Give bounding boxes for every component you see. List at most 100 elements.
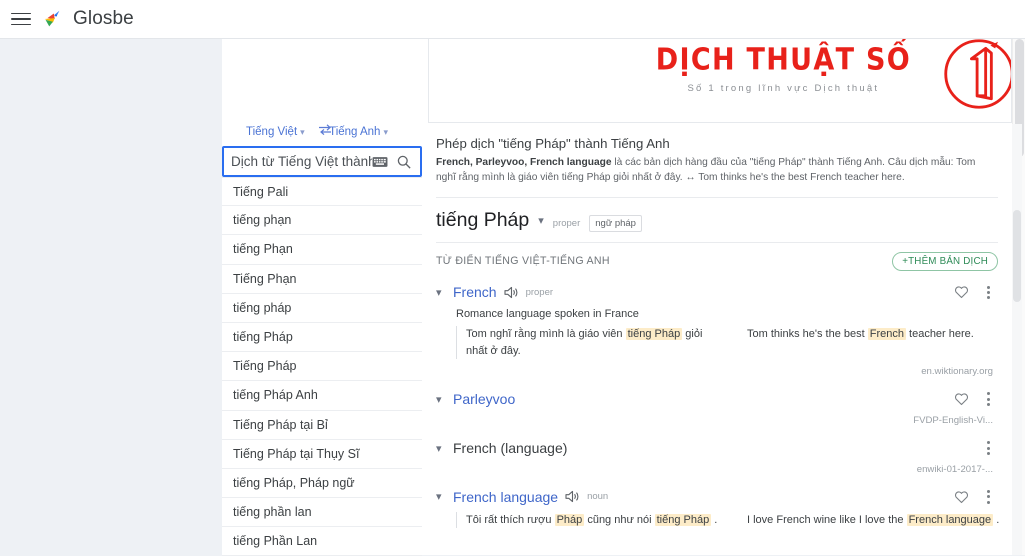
suggestion-item[interactable]: tiếng Phạn (222, 235, 422, 265)
entry-actions (954, 488, 1000, 506)
hamburger-menu-icon[interactable] (11, 9, 31, 29)
content-scrollbar-thumb[interactable] (1013, 210, 1021, 302)
circled-number-one-icon (944, 39, 1011, 109)
brand-title: Glosbe (73, 8, 134, 29)
suggestion-item[interactable]: Tiếng Pháp tại Thụy Sĩ (222, 439, 422, 469)
example-text: cũng như nói (584, 513, 655, 526)
search-icon[interactable] (397, 155, 411, 169)
entry-term[interactable]: French (language) (453, 440, 567, 456)
example-source: Tôi rất thích rượu Pháp cũng như nói tiế… (466, 512, 721, 529)
expand-chevron-icon[interactable]: ▾ (436, 393, 446, 406)
dictionary-label: TỪ ĐIỂN TIẾNG VIỆT-TIẾNG ANH (436, 255, 610, 268)
entry-header: ▾ Parleyvoo (434, 390, 1000, 408)
content-scrollbar[interactable] (1012, 124, 1022, 555)
suggestion-item[interactable]: Tiếng Pali (222, 177, 422, 207)
example-pair: Tom nghĩ rằng mình là giáo viên tiếng Ph… (456, 326, 1000, 360)
translation-entry: ▾ French language noun Tôi rất thích rượu P… (434, 488, 1000, 529)
example-pair: Tôi rất thích rượu Pháp cũng như nói tiế… (456, 511, 1000, 529)
expand-chevron-icon[interactable]: ▾ (436, 490, 446, 503)
keyboard-icon[interactable] (372, 156, 388, 168)
search-suggestions-list: Tiếng Pali tiếng phạn tiếng Phạn Tiếng Phạn… (222, 177, 422, 556)
chevron-down-icon[interactable]: ▾ (538, 214, 544, 227)
target-language-selector[interactable]: Tiếng Anh ▾ (329, 126, 388, 138)
suggestion-item[interactable]: tiếng Phần Lan (222, 527, 422, 556)
example-target: Tom thinks he's the best French teacher … (747, 326, 1000, 359)
chevron-down-icon: ▾ (300, 126, 305, 137)
page-description-bold: French, Parleyvoo, French language (436, 157, 612, 168)
entry-actions (954, 284, 1000, 302)
example-text: teacher here. (905, 328, 974, 341)
entry-pos: proper (525, 286, 554, 298)
dictionary-header-row: TỪ ĐIỂN TIẾNG VIỆT-TIẾNG ANH +THÊM BẢN D… (436, 251, 998, 271)
search-input[interactable]: Dịch từ Tiếng Việt thành (231, 154, 372, 169)
entry-actions (984, 439, 1000, 457)
suggestion-item[interactable]: tiếng phạn (222, 206, 422, 236)
banner-title: DỊCH THUẬT SỐ (655, 42, 911, 78)
source-language-selector[interactable]: Tiếng Việt ▾ (246, 126, 305, 138)
example-highlight: Pháp (554, 513, 585, 526)
divider (436, 241, 998, 243)
entry-term[interactable]: Parleyvoo (453, 391, 515, 407)
entry-header: ▾ French language noun (434, 488, 1000, 506)
divider (436, 196, 998, 198)
suggestion-item[interactable]: tiếng pháp (222, 293, 422, 323)
example-target: I love French wine like I love the Frenc… (747, 512, 1000, 529)
example-highlight: French (867, 328, 906, 341)
example-highlight: tiếng Pháp (625, 328, 683, 341)
example-source: Tom nghĩ rằng mình là giáo viên tiếng Ph… (466, 326, 721, 359)
entry-term[interactable]: French language (453, 489, 558, 505)
swap-languages-icon[interactable] (318, 124, 333, 137)
search-panel: Tiếng Việt ▾ Tiếng Anh ▾ Dịch từ Tiếng V… (222, 120, 422, 556)
example-text: Tom nghĩ rằng mình là giáo viên (466, 328, 626, 341)
expand-chevron-icon[interactable]: ▾ (436, 442, 446, 455)
entry-source: enwiki-01-2017-... (916, 463, 993, 475)
chevron-down-icon: ▾ (383, 126, 388, 137)
entry-source: en.wiktionary.org (921, 366, 993, 378)
language-selector-row: Tiếng Việt ▾ Tiếng Anh ▾ (222, 120, 422, 142)
favorite-heart-icon[interactable] (954, 490, 969, 504)
favorite-heart-icon[interactable] (954, 392, 969, 406)
favorite-heart-icon[interactable] (954, 285, 969, 299)
example-text: . (711, 513, 718, 526)
entry-header: ▾ French proper (434, 284, 1000, 302)
more-options-icon[interactable] (984, 439, 993, 457)
suggestion-item[interactable]: tiếng Pháp (222, 322, 422, 353)
suggestion-item[interactable]: tiếng Pháp Anh (222, 381, 422, 411)
add-translation-button[interactable]: +THÊM BẢN DỊCH (892, 251, 998, 271)
suggestion-item[interactable]: Tiếng Pháp tại Bỉ (222, 410, 422, 440)
translation-entry: ▾ French (language) enwiki-01-2017-... (434, 439, 1000, 475)
example-highlight: French language (906, 513, 994, 526)
entry-definition: Romance language spoken in France (456, 308, 639, 321)
headword-row: tiếng Pháp ▾ proper ngữ pháp (436, 209, 1000, 232)
more-options-icon[interactable] (984, 390, 993, 408)
banner-subtitle: Số 1 trong lĩnh vực Dịch thuật (687, 83, 880, 94)
more-options-icon[interactable] (984, 284, 993, 302)
target-language-label: Tiếng Anh (329, 126, 381, 138)
page-title: Phép dịch "tiếng Pháp" thành Tiếng Anh (436, 136, 670, 151)
suggestion-item[interactable]: Tiếng Phạn (222, 264, 422, 294)
expand-chevron-icon[interactable]: ▾ (436, 286, 446, 299)
advertisement-banner[interactable]: DỊCH THUẬT SỐ Số 1 trong lĩnh vực Dịch t… (428, 39, 1012, 123)
example-text: Tom thinks he's the best (747, 328, 868, 341)
translation-entries: ▾ French proper Romance language spoken in … (434, 284, 1000, 529)
example-highlight: tiếng Pháp (654, 513, 712, 526)
suggestion-item[interactable]: tiếng phần lan (222, 498, 422, 528)
grammar-badge[interactable]: ngữ pháp (589, 214, 642, 232)
example-text: Tôi rất thích rượu (466, 513, 555, 526)
entry-term[interactable]: French (453, 284, 497, 300)
source-language-label: Tiếng Việt (246, 126, 298, 138)
headword: tiếng Pháp (436, 208, 530, 231)
suggestion-item[interactable]: Tiếng Pháp (222, 352, 422, 382)
glosbe-bird-logo-icon[interactable] (41, 8, 63, 30)
headword-pos: proper (552, 217, 581, 229)
entry-pos: noun (587, 491, 609, 503)
search-input-box[interactable]: Dịch từ Tiếng Việt thành (222, 146, 422, 177)
more-options-icon[interactable] (984, 488, 993, 506)
page-description: French, Parleyvoo, French language là cá… (436, 156, 996, 186)
entry-actions (954, 390, 1000, 408)
suggestion-item[interactable]: tiếng Pháp, Pháp ngữ (222, 468, 422, 499)
speaker-icon[interactable] (565, 490, 580, 503)
speaker-icon[interactable] (504, 286, 519, 299)
entry-source: FVDP-English-Vi... (913, 415, 993, 427)
main-content: Phép dịch "tiếng Pháp" thành Tiếng Anh F… (428, 124, 1012, 555)
